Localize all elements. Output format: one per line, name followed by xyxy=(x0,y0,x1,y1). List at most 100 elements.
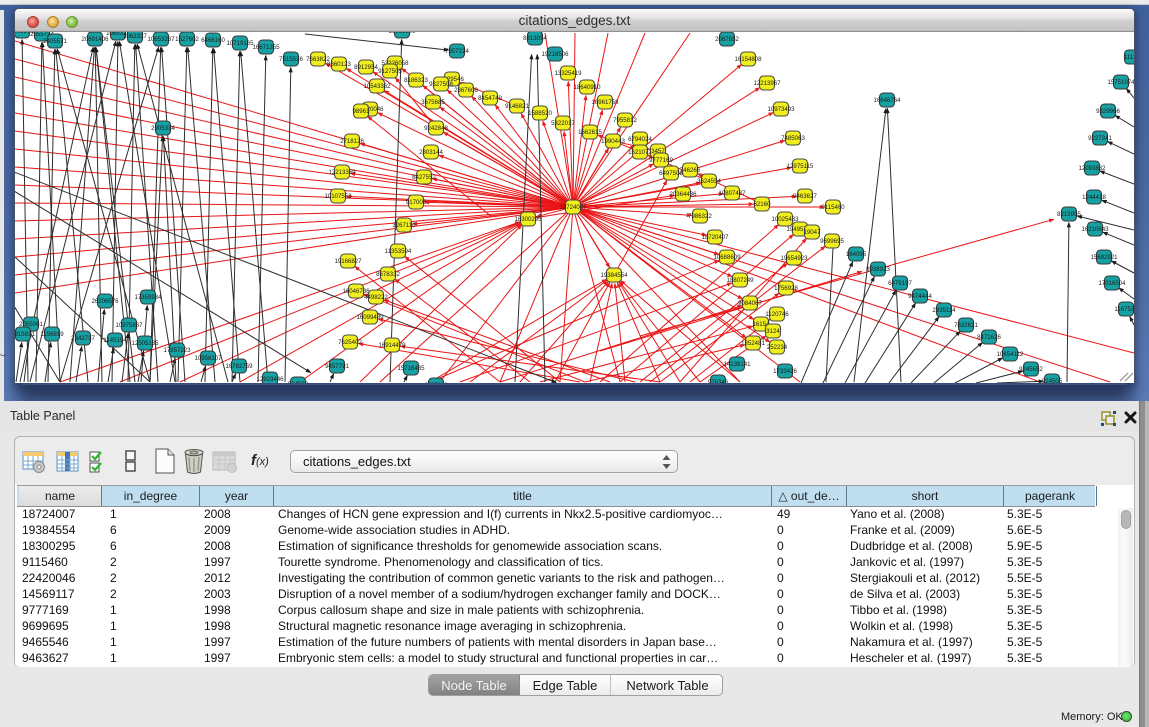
svg-text:17016504: 17016504 xyxy=(1098,280,1126,287)
svg-text:26206576: 26206576 xyxy=(91,298,119,305)
svg-text:6497508: 6497508 xyxy=(659,170,683,177)
svg-text:3624554: 3624554 xyxy=(697,178,721,185)
svg-text:9457791: 9457791 xyxy=(325,363,349,370)
svg-text:6466160: 6466160 xyxy=(201,37,225,44)
svg-text:8813054: 8813054 xyxy=(523,35,547,42)
svg-text:18720407: 18720407 xyxy=(701,234,729,241)
svg-text:9084067: 9084067 xyxy=(738,300,762,307)
svg-text:2935114: 2935114 xyxy=(932,307,956,314)
svg-text:1145194: 1145194 xyxy=(103,337,127,344)
svg-text:3915931: 3915931 xyxy=(15,331,35,338)
svg-text:2405571: 2405571 xyxy=(43,38,67,45)
svg-text:1662615: 1662615 xyxy=(578,129,602,136)
svg-text:9227341: 9227341 xyxy=(1088,135,1112,142)
svg-text:8471626: 8471626 xyxy=(977,334,1001,341)
svg-text:10654112: 10654112 xyxy=(997,351,1024,358)
svg-text:16782759: 16782759 xyxy=(225,363,253,370)
svg-text:2905334: 2905334 xyxy=(151,125,175,132)
svg-text:13325419: 13325419 xyxy=(554,70,582,77)
svg-text:1120746: 1120746 xyxy=(765,311,789,318)
svg-text:16033809: 16033809 xyxy=(388,32,416,35)
svg-text:7357224: 7357224 xyxy=(445,48,469,55)
svg-text:17359934: 17359934 xyxy=(134,294,162,301)
svg-text:746266: 746266 xyxy=(680,167,701,174)
svg-text:1588520: 1588520 xyxy=(528,110,552,117)
svg-text:8186323: 8186323 xyxy=(404,77,428,84)
svg-text:9777169: 9777169 xyxy=(649,157,673,164)
svg-text:1733426: 1733426 xyxy=(773,368,797,375)
svg-text:16210643: 16210643 xyxy=(1081,226,1109,233)
svg-text:18300295: 18300295 xyxy=(514,216,542,223)
svg-text:20364436: 20364436 xyxy=(669,191,697,198)
svg-text:9242848: 9242848 xyxy=(424,125,448,132)
svg-text:9146821: 9146821 xyxy=(505,103,529,110)
svg-text:1352481: 1352481 xyxy=(741,340,765,347)
svg-text:15716485: 15716485 xyxy=(397,365,425,372)
svg-text:8912954: 8912954 xyxy=(354,64,378,71)
svg-text:12923446: 12923446 xyxy=(256,376,284,383)
svg-text:1156819: 1156819 xyxy=(40,331,64,338)
svg-text:6479197: 6479197 xyxy=(888,280,912,287)
svg-text:8215955: 8215955 xyxy=(1057,211,1081,218)
svg-text:976346: 976346 xyxy=(708,379,729,383)
svg-text:98961: 98961 xyxy=(353,108,371,115)
svg-text:19218506: 19218506 xyxy=(541,51,569,58)
svg-text:3267110: 3267110 xyxy=(392,222,416,229)
svg-text:19047: 19047 xyxy=(804,229,822,236)
svg-text:12975115: 12975115 xyxy=(787,163,814,170)
svg-text:917006: 917006 xyxy=(406,199,427,206)
svg-text:18640910: 18640910 xyxy=(573,84,601,91)
svg-text:7485063: 7485063 xyxy=(781,135,805,142)
svg-text:8938923: 8938923 xyxy=(866,266,890,273)
svg-text:18807249: 18807249 xyxy=(726,277,754,284)
svg-text:10975867: 10975867 xyxy=(115,322,143,329)
svg-text:7625402: 7625402 xyxy=(338,339,362,346)
svg-text:16648764: 16648764 xyxy=(873,97,901,104)
svg-text:1756928: 1756928 xyxy=(774,285,798,292)
svg-text:252234: 252234 xyxy=(767,344,788,351)
svg-text:9115460: 9115460 xyxy=(821,204,845,211)
svg-text:3675685: 3675685 xyxy=(421,99,445,106)
svg-text:10107553: 10107553 xyxy=(324,193,352,200)
svg-text:924505: 924505 xyxy=(1042,378,1063,383)
svg-text:9474444: 9474444 xyxy=(908,293,932,300)
svg-text:8454749: 8454749 xyxy=(478,95,502,102)
svg-text:1621072: 1621072 xyxy=(628,149,652,156)
svg-text:17957223: 17957223 xyxy=(163,347,191,354)
svg-text:15692921: 15692921 xyxy=(1090,254,1118,261)
svg-text:8427552: 8427552 xyxy=(412,174,436,181)
svg-text:7955812: 7955812 xyxy=(613,117,637,124)
svg-text:9327508: 9327508 xyxy=(429,81,453,88)
svg-text:2718126: 2718126 xyxy=(340,138,364,145)
svg-text:8660123: 8660123 xyxy=(327,61,351,68)
svg-text:16914479: 16914479 xyxy=(378,342,406,349)
svg-text:16671355: 16671355 xyxy=(252,44,280,51)
svg-text:10719165: 10719165 xyxy=(226,40,254,47)
svg-text:924502: 924502 xyxy=(288,381,309,383)
svg-text:1244418: 1244418 xyxy=(1082,194,1106,201)
svg-text:12213369: 12213369 xyxy=(328,169,356,176)
svg-text:2803144: 2803144 xyxy=(419,149,443,156)
svg-text:19654923: 19654923 xyxy=(780,255,808,262)
svg-text:2367608: 2367608 xyxy=(454,87,478,94)
svg-text:11124: 11124 xyxy=(1124,54,1134,61)
svg-text:8267110: 8267110 xyxy=(424,382,448,383)
svg-text:20691406: 20691406 xyxy=(81,36,109,43)
svg-text:10653287: 10653287 xyxy=(147,36,175,43)
svg-text:1167534: 1167534 xyxy=(1114,306,1134,313)
svg-text:62160: 62160 xyxy=(754,201,772,208)
svg-text:18724007: 18724007 xyxy=(559,204,587,211)
svg-text:7515526: 7515526 xyxy=(279,56,303,63)
svg-text:7632621: 7632621 xyxy=(954,322,978,329)
svg-text:19384554: 19384554 xyxy=(600,272,628,279)
svg-text:2342737: 2342737 xyxy=(71,335,95,342)
svg-text:10543362: 10543362 xyxy=(363,83,391,90)
svg-text:10958107: 10958107 xyxy=(194,355,222,362)
svg-text:9329966: 9329966 xyxy=(1096,108,1120,115)
svg-text:16099489: 16099489 xyxy=(356,314,384,321)
svg-text:9463627: 9463627 xyxy=(793,193,817,200)
svg-text:9699695: 9699695 xyxy=(820,238,844,245)
svg-text:14138141: 14138141 xyxy=(723,361,751,368)
svg-text:5322017: 5322017 xyxy=(551,120,575,127)
svg-text:1527602: 1527602 xyxy=(175,36,199,43)
